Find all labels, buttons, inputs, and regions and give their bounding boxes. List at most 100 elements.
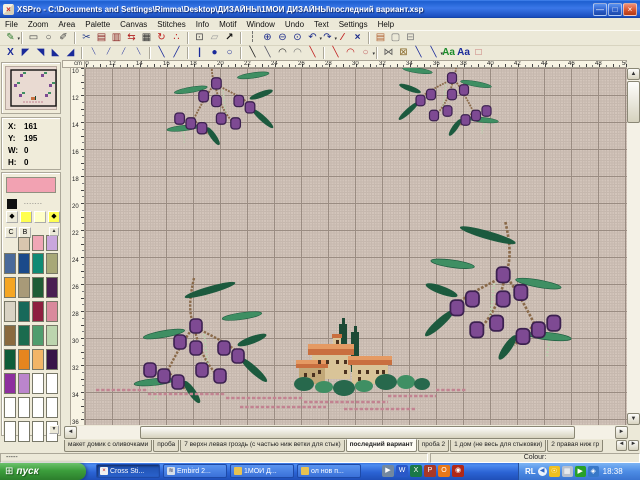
tab-scroll-right-button[interactable]: ►: [628, 440, 639, 451]
menu-motif[interactable]: Motif: [214, 20, 241, 29]
import-motif-tool[interactable]: ▱: [207, 31, 222, 45]
antivirus-tray-icon[interactable]: ▶: [575, 466, 586, 477]
undo-button[interactable]: ↶▾: [305, 31, 320, 45]
rect-select-tool[interactable]: ▭: [26, 31, 41, 45]
update-tray-icon[interactable]: ◈: [588, 466, 599, 477]
lasso-select-tool[interactable]: ○: [41, 31, 56, 45]
menu-help[interactable]: Help: [373, 20, 399, 29]
zoom-in-tool[interactable]: ⊕: [260, 31, 275, 45]
text-tool[interactable]: Aa: [456, 46, 471, 60]
ellipse-tool[interactable]: ○▾: [358, 46, 373, 60]
quarter-stitch-tr-tool[interactable]: ╱: [101, 46, 116, 60]
pattern-fill-tool[interactable]: ⊠: [396, 46, 411, 60]
palette-swatch[interactable]: [18, 301, 30, 322]
palette-swatch[interactable]: [4, 277, 16, 298]
excel-icon[interactable]: X: [410, 465, 422, 477]
menu-info[interactable]: Info: [191, 20, 214, 29]
menu-canvas[interactable]: Canvas: [115, 20, 152, 29]
quarter-stitch-bl-tool[interactable]: ╱: [116, 46, 131, 60]
scroll-down-button[interactable]: ▼: [627, 413, 640, 425]
menu-area[interactable]: Area: [53, 20, 80, 29]
palette-mode-c-button[interactable]: C: [5, 227, 17, 238]
palette-scroll-up-button[interactable]: ▲: [49, 227, 59, 236]
rotate-tool[interactable]: ↻: [154, 31, 169, 45]
scroll-right-button[interactable]: ►: [615, 426, 628, 439]
scroll-left-button[interactable]: ◄: [64, 426, 77, 439]
horizontal-scroll-thumb[interactable]: [140, 426, 575, 439]
volume-tray-icon[interactable]: ▦: [562, 466, 573, 477]
palette-swatch[interactable]: [18, 421, 30, 442]
tab-scroll-left-button[interactable]: ◄: [616, 440, 627, 451]
palette-swatch[interactable]: [18, 349, 30, 370]
palette-swatch[interactable]: [46, 235, 58, 251]
palette-swatch[interactable]: [18, 237, 30, 251]
highlight-pale-tool[interactable]: [34, 211, 46, 223]
palette-swatch[interactable]: [18, 277, 30, 298]
three-quarter-stitch-tr-tool[interactable]: ◥: [33, 46, 48, 60]
three-quarter-stitch-tl-tool[interactable]: ◤: [18, 46, 33, 60]
preview-panel[interactable]: [1, 62, 61, 114]
language-indicator[interactable]: RL: [525, 467, 536, 476]
freehand-select-tool[interactable]: ✐: [56, 31, 71, 45]
palette-swatch[interactable]: [32, 397, 44, 418]
menu-zoom[interactable]: Zoom: [23, 20, 53, 29]
palette-scroll-down-button[interactable]: ▼: [49, 425, 59, 434]
selected-color-swatch[interactable]: [6, 177, 56, 193]
task-button[interactable]: ол нов п...: [297, 464, 361, 478]
browser-icon[interactable]: O: [438, 465, 450, 477]
mirror-tool[interactable]: ▦: [139, 31, 154, 45]
palette-swatch[interactable]: [46, 301, 58, 322]
tab-проба[interactable]: проба: [153, 440, 179, 452]
motif-stamp-tool[interactable]: ⋈: [381, 46, 396, 60]
tab-7-верхн-левая-гроздь-с-частью-ниж-ветки-для-стык-[interactable]: 7 верхн левая гроздь (с частью ниж ветки…: [180, 440, 344, 452]
media-player-icon[interactable]: ▶: [382, 465, 394, 477]
longstitch-line-tool[interactable]: ╲: [328, 46, 343, 60]
palette-swatch[interactable]: [18, 373, 30, 394]
vertical-stitch-tool[interactable]: |: [192, 46, 207, 60]
three-quarter-stitch-br-tool[interactable]: ◢: [63, 46, 78, 60]
palette-swatch[interactable]: [32, 373, 44, 394]
tab-2-правая-ниж-гр[interactable]: 2 правая ниж гр: [547, 440, 603, 452]
palette-swatch[interactable]: [32, 253, 44, 274]
player-red-icon[interactable]: ◉: [452, 465, 464, 477]
tab-последний-вариант[interactable]: последний вариант: [346, 439, 417, 452]
current-color-square[interactable]: [7, 199, 17, 209]
task-button[interactable]: 1МОИ Д...: [230, 464, 294, 478]
palette-swatch[interactable]: [46, 253, 58, 274]
half-stitch-back-tool[interactable]: ╲: [154, 46, 169, 60]
special-stitch-2-tool[interactable]: ╲▾: [426, 46, 441, 60]
highlight-bright-tool[interactable]: [20, 211, 32, 223]
palette-swatch[interactable]: [18, 253, 30, 274]
mark-diamond-tool[interactable]: ◆: [6, 211, 18, 223]
scroll-up-button[interactable]: ▲: [627, 68, 640, 80]
title-bar[interactable]: × XSPro - C:\Documents and Settings\Rimm…: [0, 0, 640, 18]
send-back-tool[interactable]: ⊟: [403, 31, 418, 45]
tab-макет-домик-с-оливочками[interactable]: макет домик с оливочками: [64, 440, 152, 452]
tab-1-дом-не-весь-для-стыковки-[interactable]: 1 дом (не весь для стыковки): [450, 440, 546, 452]
copy-tool[interactable]: ▤: [94, 31, 109, 45]
palette-swatch[interactable]: [4, 253, 16, 274]
palette-swatch[interactable]: [18, 397, 30, 418]
menu-text[interactable]: Text: [309, 20, 334, 29]
full-stitch-tool[interactable]: X: [3, 46, 18, 60]
menu-palette[interactable]: Palette: [80, 20, 115, 29]
palette-swatch[interactable]: [46, 325, 58, 346]
minimize-button[interactable]: —: [593, 3, 607, 16]
line-draw-tool[interactable]: ∕: [335, 31, 350, 45]
word-icon[interactable]: W: [396, 465, 408, 477]
tray-chevron-icon[interactable]: ◀: [538, 467, 547, 476]
shape-points-tool[interactable]: ∴: [169, 31, 184, 45]
zoom-actual-tool[interactable]: ⊙: [290, 31, 305, 45]
menu-settings[interactable]: Settings: [334, 20, 373, 29]
flip-tool[interactable]: ⇆: [124, 31, 139, 45]
palette-swatch[interactable]: [32, 301, 44, 322]
mark-diamond-yellow-tool[interactable]: ◆: [48, 211, 60, 223]
cut-tool[interactable]: ✂: [79, 31, 94, 45]
palette-swatch[interactable]: [46, 397, 58, 418]
palette-swatch[interactable]: [4, 373, 16, 394]
curve-tool[interactable]: ◠: [275, 46, 290, 60]
app-red-icon[interactable]: P: [424, 465, 436, 477]
bead-tool[interactable]: ○: [222, 46, 237, 60]
tab-проба-2[interactable]: проба 2: [418, 440, 449, 452]
page-tool[interactable]: ▢: [388, 31, 403, 45]
